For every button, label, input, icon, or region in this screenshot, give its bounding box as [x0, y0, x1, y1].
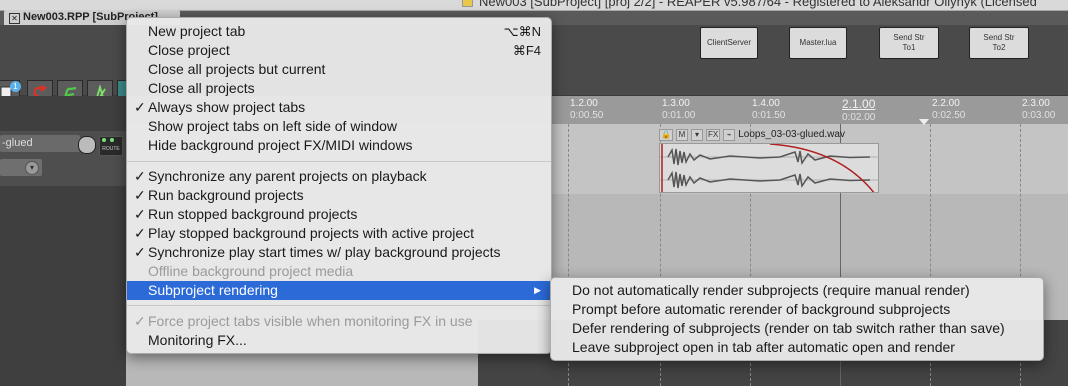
project-tab-context-menu: New project tab ⌥⌘N Close project ⌘F4 Clos…	[126, 17, 552, 354]
subproject-rendering-submenu: Do not automatically render subprojects …	[550, 277, 1044, 361]
menu-item-sync-play-start[interactable]: ✓ Synchronize play start times w/ play ba…	[127, 243, 551, 262]
ruler-tick: 1.4.00 0:01.50	[752, 98, 786, 121]
route-led-icon	[102, 138, 106, 142]
submenu-arrow-icon: ▶	[534, 285, 541, 295]
master-lua-button[interactable]: Master.lua	[789, 27, 847, 59]
send-str-to2-button[interactable]: Send Str To2	[969, 27, 1029, 59]
menu-item-always-show-tabs[interactable]: ✓ Always show project tabs	[127, 98, 551, 117]
badge-count: 1	[10, 81, 21, 92]
track-name-field[interactable]: -glued	[0, 135, 80, 152]
lock-icon[interactable]: 🔒	[659, 128, 673, 141]
dropdown-icon[interactable]: ▾	[25, 161, 39, 175]
document-icon	[462, 0, 473, 7]
master-lua-label: Master.lua	[799, 38, 837, 47]
close-tab-icon[interactable]: ✕	[9, 13, 20, 24]
client-server-label: ClientServer	[706, 38, 751, 47]
send-str-to1-label: Send Str To1	[893, 33, 925, 52]
menu-item-hide-background-fx[interactable]: Hide background project FX/MIDI windows	[127, 136, 551, 155]
mute-icon[interactable]: M	[675, 128, 688, 141]
media-item-header[interactable]: 🔒 M ▾ FX ⌁ Loops_03-03-glued.wav	[659, 127, 879, 142]
media-item[interactable]	[659, 143, 879, 193]
menu-item-new-project-tab[interactable]: New project tab ⌥⌘N	[127, 22, 551, 41]
envelope-icon[interactable]: ⌁	[723, 128, 736, 141]
window-title: New003 [SubProject] [proj 2/2] - REAPER …	[462, 0, 1037, 9]
ruler-tick: 1.3.00 0:01.00	[662, 98, 696, 121]
menu-item-sync-parent-projects[interactable]: ✓ Synchronize any parent projects on play…	[127, 167, 551, 186]
menu-item-offline-background-media: Offline background project media	[148, 263, 354, 279]
submenu-item-leave-open[interactable]: Leave subproject open in tab after autom…	[551, 338, 1043, 357]
ruler-tick: 2.3.00 0:03.00	[1022, 98, 1056, 121]
menu-item-close-all-projects[interactable]: Close all projects	[127, 79, 551, 98]
menu-item-monitoring-fx[interactable]: Monitoring FX...	[127, 331, 551, 350]
menu-item-run-stopped-background[interactable]: ✓ Run stopped background projects	[127, 205, 551, 224]
route-led-icon	[110, 138, 114, 142]
ruler-tick: 1.2.00 0:00.50	[570, 98, 604, 121]
media-item-name: Loops_03-03-glued.wav	[738, 129, 845, 140]
submenu-item-defer-rendering[interactable]: Defer rendering of subprojects (render o…	[551, 319, 1043, 338]
loop-end-marker-icon[interactable]	[919, 119, 929, 125]
comment-icon[interactable]: ▾	[690, 128, 703, 141]
menu-item-play-stopped-background[interactable]: ✓ Play stopped background projects with a…	[127, 224, 551, 243]
menu-separator	[127, 161, 551, 162]
submenu-item-no-auto-render[interactable]: Do not automatically render subprojects …	[551, 281, 1043, 300]
menu-item-tabs-on-left[interactable]: Show project tabs on left side of window	[127, 117, 551, 136]
send-str-to1-button[interactable]: Send Str To1	[879, 27, 939, 59]
ruler-tick-bar: 2.1.00 0:02.00	[842, 97, 876, 123]
ruler-tick: 2.2.00 0:02.50	[932, 98, 966, 121]
menu-item-close-all-but-current[interactable]: Close all projects but current	[127, 60, 551, 79]
volume-knob[interactable]	[78, 136, 96, 154]
menu-item-close-project[interactable]: Close project ⌘F4	[127, 41, 551, 60]
send-str-to2-label: Send Str To2	[983, 33, 1015, 52]
menu-separator	[127, 305, 551, 306]
submenu-item-prompt-rerender[interactable]: Prompt before automatic rerender of back…	[551, 300, 1043, 319]
menu-item-force-tabs-visible: ✓ Force project tabs visible when monitor…	[134, 313, 473, 329]
route-label: ROUTE	[102, 146, 120, 152]
client-server-button[interactable]: ClientServer	[700, 27, 758, 59]
menu-item-run-background-projects[interactable]: ✓ Run background projects	[127, 186, 551, 205]
window-title-text: New003 [SubProject] [proj 2/2] - REAPER …	[479, 0, 1037, 9]
fx-icon[interactable]: FX	[705, 128, 721, 141]
menu-item-subproject-rendering[interactable]: Subproject rendering ▶	[127, 281, 551, 300]
waveform	[660, 144, 878, 192]
